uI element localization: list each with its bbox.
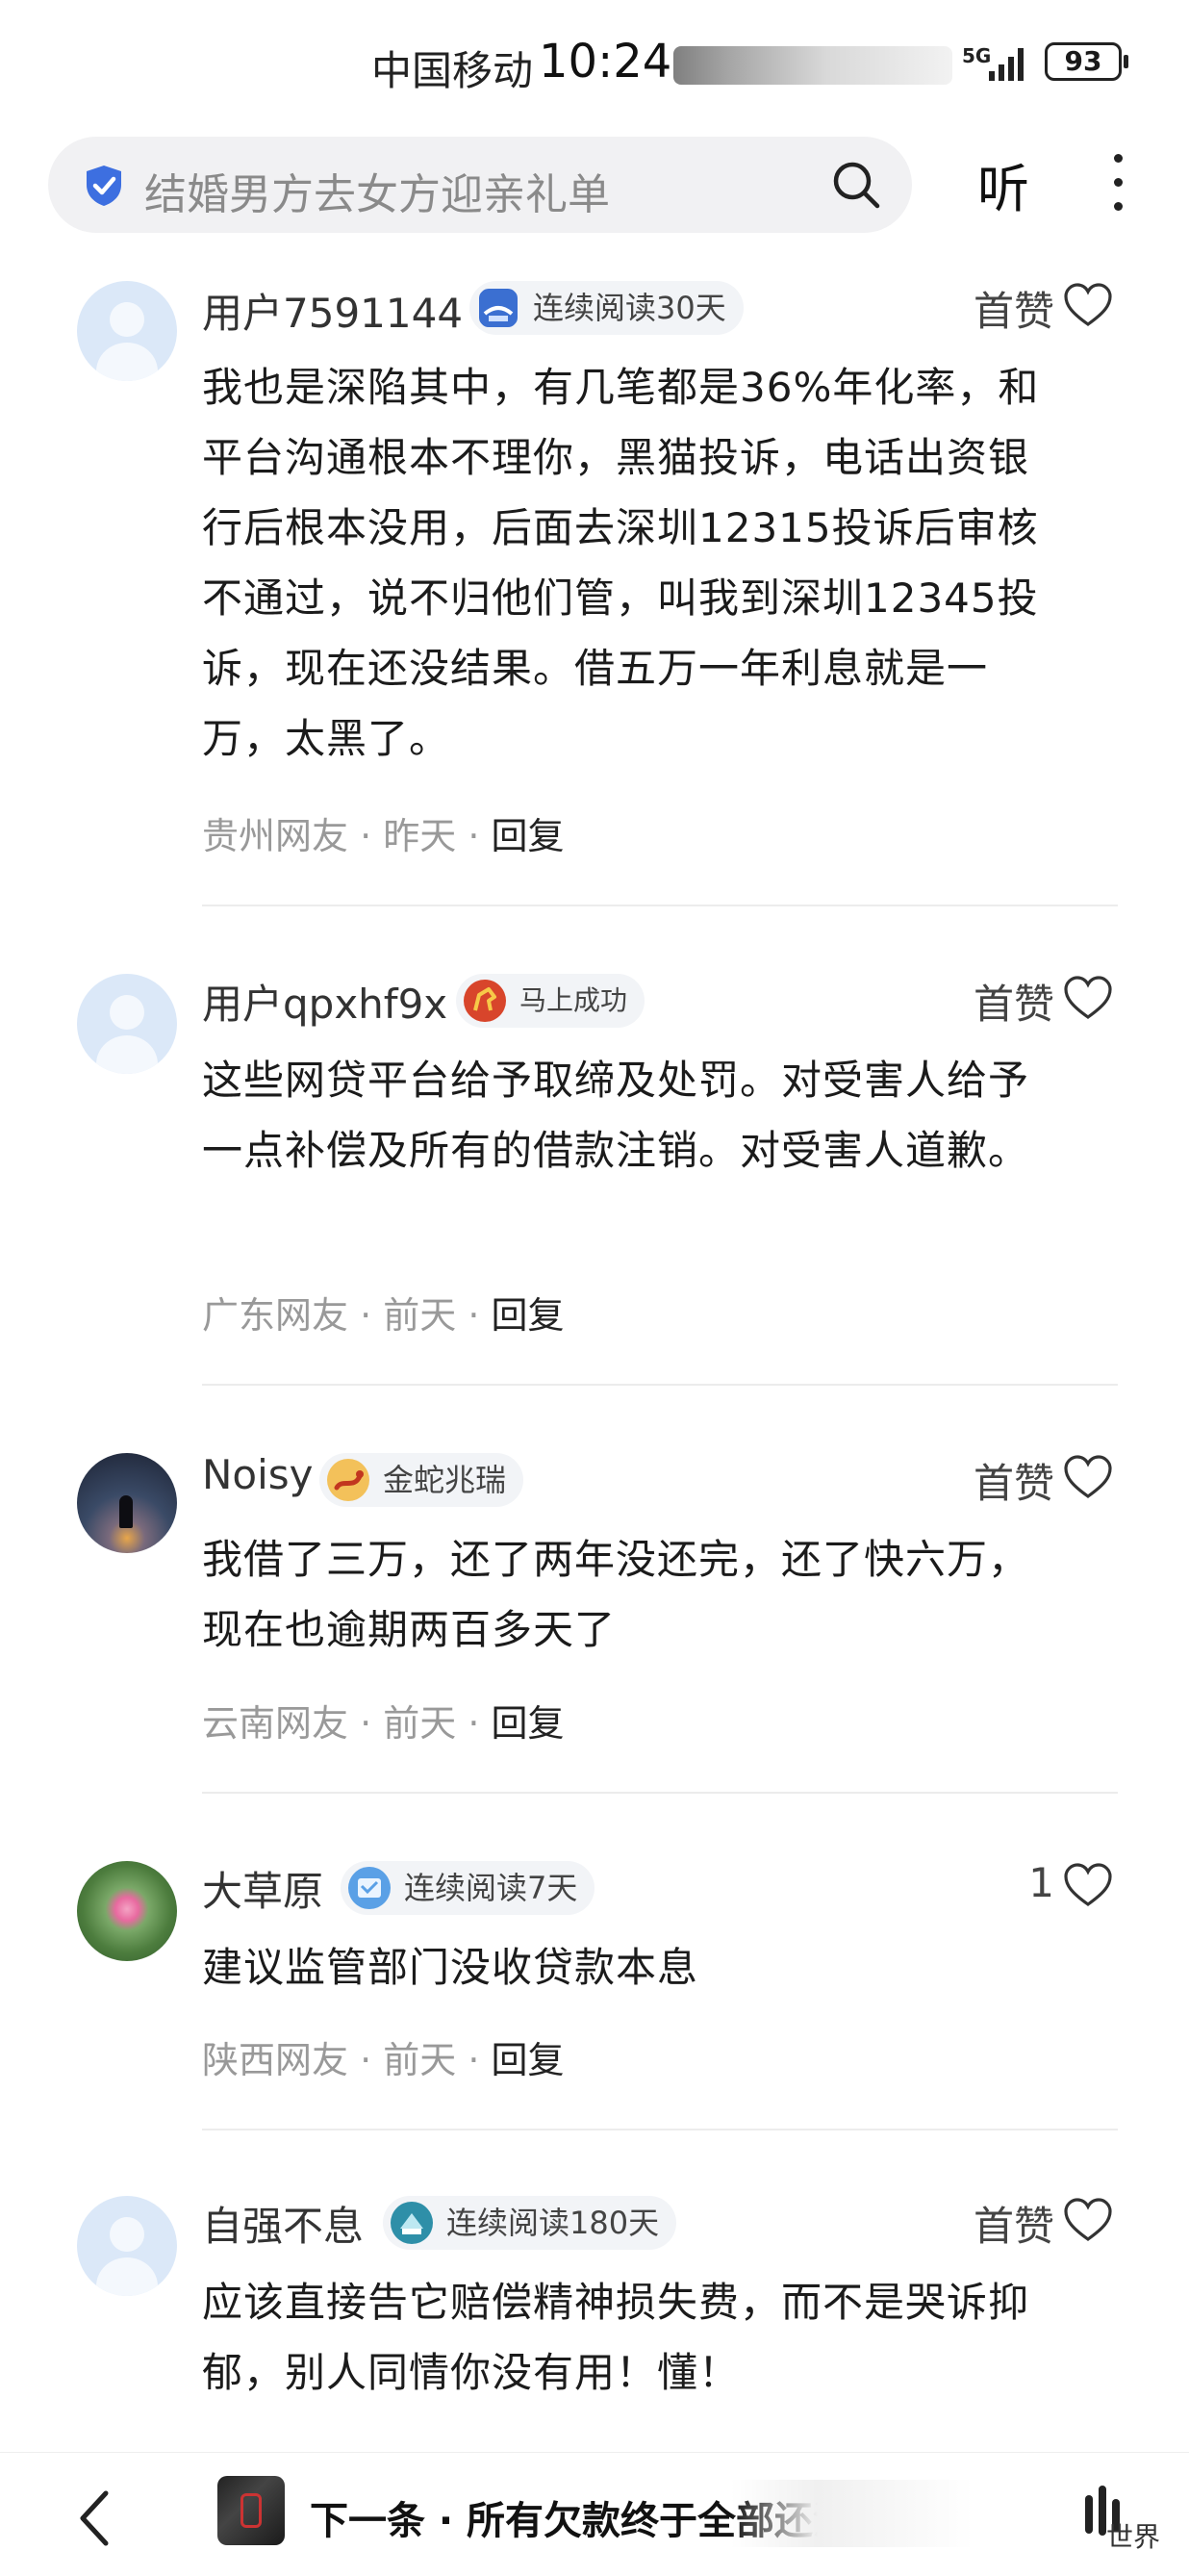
user-badge: 金蛇兆瑞 — [319, 1453, 524, 1507]
comment-meta: 贵州网友 · 昨天 · 回复 — [202, 815, 565, 857]
divider — [202, 2129, 1118, 2130]
comment-text: 建议监管部门没收贷款本息 — [202, 1944, 699, 1991]
like-count: 首赞 — [973, 288, 1054, 335]
title-fade-overlay — [731, 2480, 1077, 2547]
avatar[interactable] — [77, 974, 177, 1074]
status-bar: 中国移动 10:24 5G 93 — [0, 0, 1189, 131]
reply-button[interactable]: 回复 — [492, 1702, 565, 1745]
shield-icon — [87, 166, 121, 206]
snake-icon — [327, 1459, 369, 1501]
reply-button[interactable]: 回复 — [492, 815, 565, 857]
comment-username[interactable]: 自强不息 — [202, 2194, 364, 2253]
comment-text: 这些网贷平台给予取缔及处罚。对受害人给予一点补偿及所有的借款注销。对受害人道歉。 — [202, 1057, 1030, 1174]
signal-icon — [989, 48, 1024, 81]
divider — [202, 905, 1118, 906]
comment-text: 我也是深陷其中，有几笔都是36%年化率，和平台沟通根本不理你，黑猫投诉，电话出资… — [202, 364, 1040, 762]
avatar[interactable] — [77, 1453, 177, 1553]
search-query[interactable]: 结婚男方去女方迎亲礼单 — [144, 160, 610, 221]
user-badge: 连续阅读30天 — [469, 281, 744, 335]
comment-text: 我借了三万，还了两年没还完，还了快六万，现在也逾期两百多天了 — [202, 1536, 1030, 1653]
comment-time: 前天 — [383, 1294, 457, 1337]
user-badge: 连续阅读180天 — [383, 2196, 677, 2250]
comment-time: 前天 — [383, 1702, 457, 1745]
comment-text: 应该直接告它赔偿精神损失费，而不是哭诉抑郁，别人同情你没有用！懂！ — [202, 2279, 1030, 2396]
comment-time: 昨天 — [383, 815, 457, 857]
comment-time: 前天 — [383, 2039, 457, 2081]
clock: 10:24 — [539, 35, 672, 89]
comment-username[interactable]: Noisy — [202, 1451, 314, 1498]
heart-icon[interactable] — [1062, 974, 1114, 1022]
comment-meta: 云南网友 · 前天 · 回复 — [202, 1702, 565, 1745]
heart-icon[interactable] — [1062, 281, 1114, 329]
avatar[interactable] — [77, 2196, 177, 2296]
divider — [202, 1384, 1118, 1386]
user-badge-label: 连续阅读7天 — [404, 1870, 578, 1906]
like-count: 首赞 — [973, 1460, 1054, 1507]
reading-streak-icon — [479, 289, 518, 327]
avatar[interactable] — [77, 281, 177, 381]
reply-button[interactable]: 回复 — [492, 1294, 565, 1337]
reading-streak-icon — [391, 2202, 433, 2244]
comment-region: 贵州网友 — [202, 815, 349, 857]
next-article-thumbnail[interactable] — [217, 2476, 285, 2545]
comment-region: 广东网友 — [202, 1294, 349, 1337]
user-badge: 马上成功 — [456, 974, 645, 1028]
comment-meta: 广东网友 · 前天 · 回复 — [202, 1294, 565, 1337]
watermark-text: 世界 — [1106, 2521, 1161, 2553]
comment-meta: 陕西网友 · 前天 · 回复 — [202, 2039, 565, 2081]
more-menu-icon[interactable] — [1106, 154, 1129, 216]
user-badge-label: 连续阅读180天 — [446, 2205, 660, 2241]
heart-icon[interactable] — [1062, 2196, 1114, 2244]
like-count: 首赞 — [973, 981, 1054, 1028]
comment-region: 陕西网友 — [202, 2039, 349, 2081]
divider — [202, 1792, 1118, 1794]
status-icons-blurred — [673, 46, 952, 85]
user-badge-label: 连续阅读30天 — [533, 290, 726, 326]
carrier-label: 中国移动 — [371, 47, 534, 94]
comment-username[interactable]: 用户7591144 — [202, 281, 463, 340]
comment-region: 云南网友 — [202, 1702, 349, 1745]
heart-icon[interactable] — [1062, 1861, 1114, 1909]
user-badge: 连续阅读7天 — [341, 1861, 595, 1915]
bottom-bar: 下一条 · 所有欠款终于全部还清 世界 — [0, 2452, 1189, 2576]
heart-icon[interactable] — [1062, 1453, 1114, 1501]
search-bar[interactable]: 结婚男方去女方迎亲礼单 — [48, 137, 912, 233]
like-count: 首赞 — [973, 2203, 1054, 2250]
like-count: 1 — [1028, 1859, 1054, 1906]
horse-icon — [464, 980, 506, 1022]
comment-username[interactable]: 用户qpxhf9x — [202, 972, 447, 1031]
search-icon[interactable] — [829, 158, 883, 212]
battery-level: 93 — [1064, 45, 1102, 77]
avatar[interactable] — [77, 1861, 177, 1961]
back-arrow-icon[interactable] — [75, 2487, 114, 2549]
reading-streak-icon — [348, 1867, 391, 1909]
user-badge-label: 金蛇兆瑞 — [383, 1462, 507, 1498]
reply-button[interactable]: 回复 — [492, 2039, 565, 2081]
user-badge-label: 马上成功 — [519, 984, 628, 1016]
battery-icon: 93 — [1045, 42, 1128, 81]
comment-username[interactable]: 大草原 — [202, 1859, 323, 1918]
listen-button[interactable]: 听 — [977, 146, 1029, 222]
